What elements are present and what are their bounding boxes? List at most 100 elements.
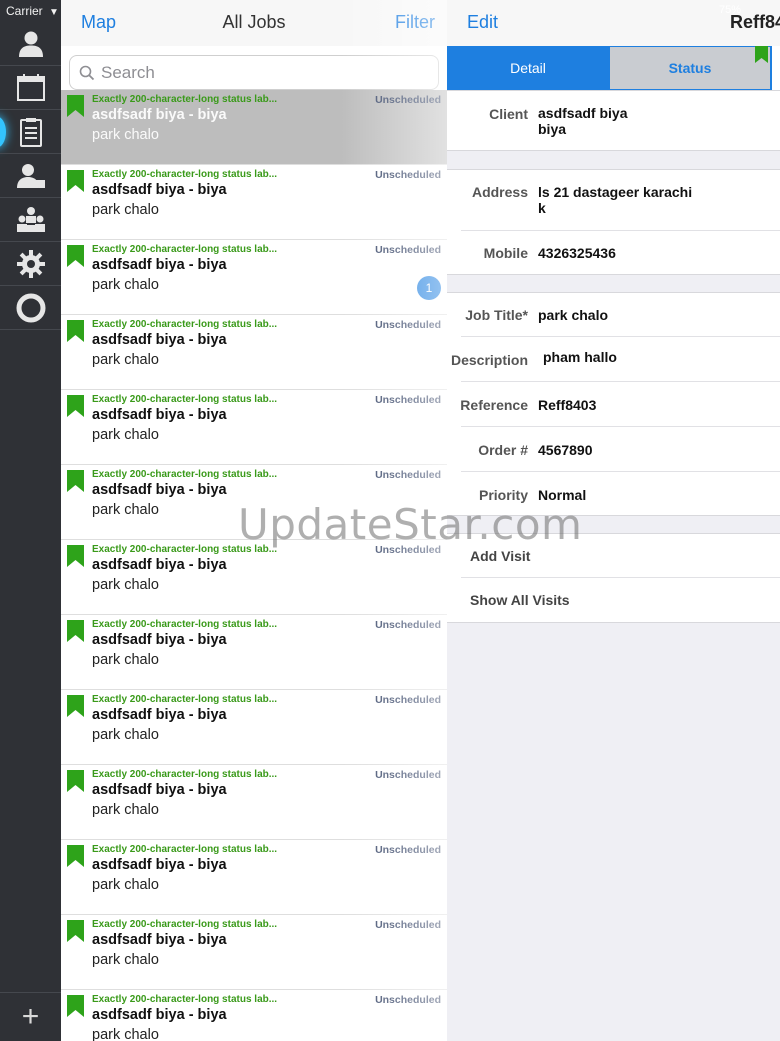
contact-icon	[18, 31, 43, 57]
job-row[interactable]: Exactly 200-character-long status lab...…	[61, 390, 447, 465]
schedule-badge: Unscheduled	[375, 169, 441, 181]
help-lifebuoy-icon	[16, 293, 45, 323]
calendar-icon	[16, 74, 45, 101]
client-value: asdfsadf biya biya	[538, 105, 628, 137]
schedule-badge: Unscheduled	[375, 769, 441, 781]
add-visit-button[interactable]: Add Visit	[470, 548, 530, 564]
job-title: park chalo	[92, 502, 159, 518]
mobile-label: Mobile	[483, 245, 528, 261]
team-icon	[16, 207, 45, 232]
reference-label: Reference	[460, 397, 528, 413]
bookmark-flag-icon	[67, 245, 84, 267]
job-title-label: Job Title*	[465, 307, 528, 323]
job-title: park chalo	[92, 802, 159, 818]
job-list: Exactly 200-character-long status lab...…	[61, 90, 447, 1041]
job-title: park chalo	[92, 877, 159, 893]
schedule-badge: Unscheduled	[375, 394, 441, 406]
bookmark-flag-icon	[67, 170, 84, 192]
add-icon: +	[21, 1000, 40, 1033]
job-client: asdfsadf biya - biya	[92, 932, 227, 948]
settings-gear-icon	[16, 250, 45, 278]
tab-detail[interactable]: Detail	[447, 46, 609, 90]
detail-title: Reff8403	[730, 12, 780, 32]
rail-team[interactable]	[0, 198, 61, 242]
job-client: asdfsadf biya - biya	[92, 632, 227, 648]
schedule-badge: Unscheduled	[375, 319, 441, 331]
job-row[interactable]: Exactly 200-character-long status lab...…	[61, 765, 447, 840]
status-carrier: Carrier ▼	[6, 4, 59, 18]
job-title-value: park chalo	[538, 307, 609, 323]
job-status-label: Exactly 200-character-long status lab...	[92, 94, 278, 105]
schedule-badge: Unscheduled	[375, 619, 441, 631]
address-row[interactable]: Address ls 21 dastageer karachi k	[461, 170, 780, 231]
order-row[interactable]: Order # 4567890	[461, 427, 780, 472]
bookmark-flag-icon	[67, 695, 84, 717]
job-status-label: Exactly 200-character-long status lab...	[92, 769, 278, 780]
job-status-label: Exactly 200-character-long status lab...	[92, 319, 278, 330]
job-row[interactable]: Exactly 200-character-long status lab...…	[61, 840, 447, 915]
job-title: park chalo	[92, 127, 159, 143]
tab-status[interactable]: Status	[609, 46, 771, 90]
address-value: ls 21 dastageer karachi k	[538, 184, 693, 216]
list-navbar: Map All Jobs Filter	[61, 0, 447, 46]
rail-contact[interactable]	[0, 22, 61, 66]
client-row[interactable]: Client asdfsadf biya biya	[461, 91, 780, 151]
job-status-label: Exactly 200-character-long status lab...	[92, 169, 278, 180]
show-all-visits-row[interactable]: Show All Visits	[461, 578, 780, 622]
bookmark-flag-icon	[67, 395, 84, 417]
job-client: asdfsadf biya - biya	[92, 407, 227, 423]
bookmark-flag-icon	[67, 545, 84, 567]
job-row[interactable]: Exactly 200-character-long status lab...…	[61, 990, 447, 1041]
rail-calendar[interactable]	[0, 66, 61, 110]
tab-status-label: Status	[668, 60, 712, 76]
reference-value: Reff8403	[538, 397, 597, 413]
mobile-value: 4326325436	[538, 245, 616, 261]
contact-section: Address ls 21 dastageer karachi k Mobile…	[447, 169, 780, 275]
rail-jobs[interactable]	[0, 110, 61, 154]
job-client: asdfsadf biya - biya	[92, 332, 227, 348]
edit-button[interactable]: Edit	[467, 12, 498, 33]
job-title-row[interactable]: Job Title* park chalo	[461, 293, 780, 337]
job-row[interactable]: Exactly 200-character-long status lab...…	[61, 90, 447, 165]
add-button[interactable]: +	[0, 992, 61, 1041]
show-all-visits-button[interactable]: Show All Visits	[470, 592, 570, 608]
job-title: park chalo	[92, 352, 159, 368]
job-status-label: Exactly 200-character-long status lab...	[92, 994, 278, 1005]
job-client: asdfsadf biya - biya	[92, 857, 227, 873]
job-title: park chalo	[92, 727, 159, 743]
job-row[interactable]: Exactly 200-character-long status lab...…	[61, 690, 447, 765]
job-row[interactable]: Exactly 200-character-long status lab...…	[61, 165, 447, 240]
job-client: asdfsadf biya - biya	[92, 1007, 227, 1023]
detail-segmented-control: Detail Status	[447, 46, 780, 90]
tab-overflow[interactable]	[771, 46, 780, 90]
filter-button[interactable]: Filter	[395, 12, 435, 33]
rail-help[interactable]	[0, 286, 61, 330]
job-row[interactable]: Exactly 200-character-long status lab...…	[61, 315, 447, 390]
rail-settings[interactable]	[0, 242, 61, 286]
search-bar[interactable]	[69, 55, 439, 90]
job-title: park chalo	[92, 277, 159, 293]
client-label: Client	[489, 106, 528, 122]
reference-row[interactable]: Reference Reff8403	[460, 382, 780, 427]
job-row[interactable]: Exactly 200-character-long status lab...…	[61, 540, 447, 615]
job-info-section: Job Title* park chalo Description pham h…	[447, 292, 780, 516]
job-row[interactable]: Exactly 200-character-long status lab...…	[61, 615, 447, 690]
carrier-label: Carrier	[6, 4, 43, 18]
bookmark-flag-icon	[67, 920, 84, 942]
job-title: park chalo	[92, 577, 159, 593]
job-status-label: Exactly 200-character-long status lab...	[92, 469, 278, 480]
job-row[interactable]: Exactly 200-character-long status lab...…	[61, 240, 447, 315]
bookmark-flag-icon	[67, 620, 84, 642]
search-input[interactable]	[101, 62, 421, 83]
job-status-label: Exactly 200-character-long status lab...	[92, 694, 278, 705]
job-row[interactable]: Exactly 200-character-long status lab...…	[61, 915, 447, 990]
schedule-badge: Unscheduled	[375, 994, 441, 1006]
job-client: asdfsadf biya - biya	[92, 257, 227, 273]
mobile-row[interactable]: Mobile 4326325436	[461, 231, 780, 274]
rail-customers[interactable]	[0, 154, 61, 198]
search-icon	[79, 65, 95, 80]
description-value: pham hallo	[543, 349, 617, 365]
wifi-icon: ▼	[49, 7, 59, 18]
description-row[interactable]: Description pham hallo	[451, 337, 780, 382]
job-status-label: Exactly 200-character-long status lab...	[92, 844, 278, 855]
